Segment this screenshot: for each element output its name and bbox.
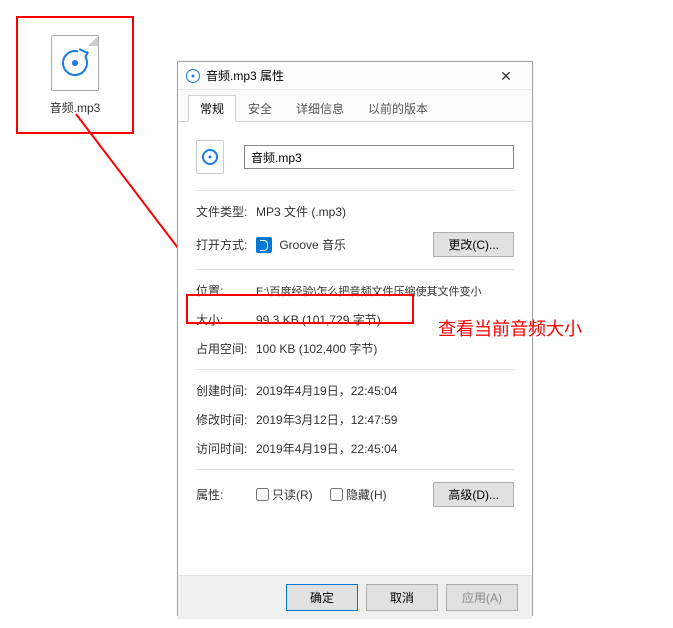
cancel-button[interactable]: 取消 (366, 584, 438, 611)
tab-general[interactable]: 常规 (188, 95, 236, 122)
dialog-title: 音频.mp3 属性 (206, 67, 284, 84)
hidden-label: 隐藏(H) (346, 486, 387, 503)
mp3-file-icon (51, 35, 99, 91)
tab-content: 文件类型: MP3 文件 (.mp3) 打开方式: Groove 音乐 更改(C… (178, 122, 532, 575)
readonly-checkbox[interactable]: 只读(R) (256, 486, 313, 503)
disk-size-label: 占用空间: (196, 340, 256, 357)
readonly-label: 只读(R) (272, 486, 313, 503)
location-value: E:\百度经验\怎么把音频文件压缩使其文件变小 (256, 283, 514, 299)
size-value: 99.3 KB (101,729 字节) (256, 311, 514, 328)
change-button[interactable]: 更改(C)... (433, 232, 514, 257)
ok-button[interactable]: 确定 (286, 584, 358, 611)
accessed-value: 2019年4月19日，22:45:04 (256, 440, 514, 457)
desktop-file[interactable]: 音频.mp3 (16, 16, 134, 134)
location-label: 位置: (196, 282, 256, 299)
open-with-label: 打开方式: (196, 236, 256, 253)
size-label: 大小: (196, 311, 256, 328)
disc-icon (62, 50, 88, 76)
advanced-button[interactable]: 高级(D)... (433, 482, 514, 507)
properties-dialog: 音频.mp3 属性 ✕ 常规 安全 详细信息 以前的版本 文件类型: MP3 文… (177, 61, 533, 616)
created-label: 创建时间: (196, 382, 256, 399)
file-label: 音频.mp3 (50, 99, 101, 116)
hidden-input[interactable] (330, 488, 343, 501)
titlebar: 音频.mp3 属性 ✕ (178, 62, 532, 90)
disc-icon (186, 69, 200, 83)
open-with-value: Groove 音乐 (256, 236, 433, 254)
groove-music-icon (256, 237, 272, 253)
open-with-text: Groove 音乐 (279, 238, 346, 252)
file-type-value: MP3 文件 (.mp3) (256, 203, 514, 220)
file-type-label: 文件类型: (196, 203, 256, 220)
modified-value: 2019年3月12日，12:47:59 (256, 411, 514, 428)
filename-input[interactable] (244, 145, 514, 169)
attributes-label: 属性: (196, 486, 256, 503)
tab-security[interactable]: 安全 (236, 95, 284, 122)
tab-strip: 常规 安全 详细信息 以前的版本 (178, 90, 532, 122)
tab-details[interactable]: 详细信息 (284, 95, 356, 122)
close-icon[interactable]: ✕ (486, 62, 526, 90)
hidden-checkbox[interactable]: 隐藏(H) (330, 486, 387, 503)
readonly-input[interactable] (256, 488, 269, 501)
mp3-file-icon (196, 140, 224, 174)
button-bar: 确定 取消 应用(A) (178, 575, 532, 619)
disk-size-value: 100 KB (102,400 字节) (256, 340, 514, 357)
apply-button[interactable]: 应用(A) (446, 584, 518, 611)
tab-previous-versions[interactable]: 以前的版本 (356, 95, 440, 122)
modified-label: 修改时间: (196, 411, 256, 428)
created-value: 2019年4月19日，22:45:04 (256, 382, 514, 399)
attributes-value: 只读(R) 隐藏(H) (256, 486, 433, 504)
accessed-label: 访问时间: (196, 440, 256, 457)
